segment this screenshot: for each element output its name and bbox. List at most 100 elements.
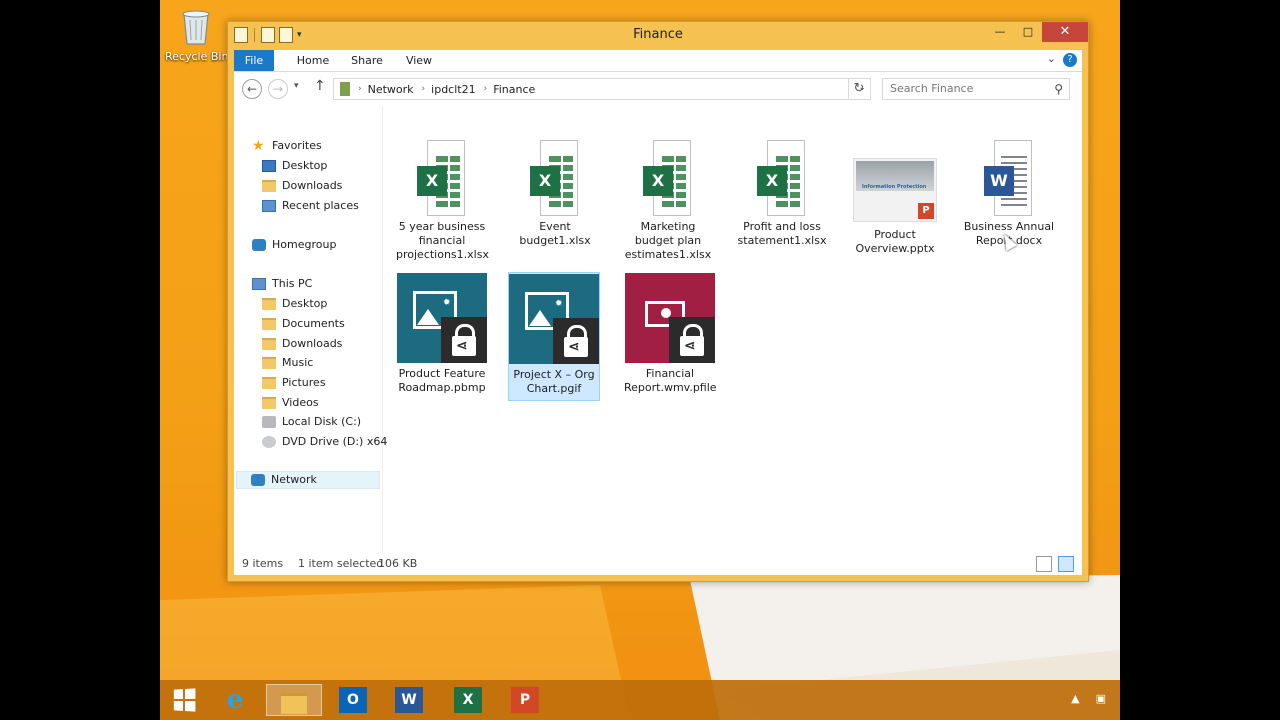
chevron-right-icon: ›	[483, 84, 488, 94]
nav-network[interactable]: Network	[236, 471, 380, 489]
nav-this-pc[interactable]: This PC	[252, 275, 312, 293]
taskbar-word[interactable]: W	[388, 684, 430, 716]
selection-count: 1 item selected	[298, 557, 384, 570]
recycle-bin-icon	[179, 6, 213, 46]
nav-favorites-label: Favorites	[272, 139, 322, 152]
file-item[interactable]: X Profit and loss statement1.xlsx	[736, 140, 828, 248]
close-button[interactable]: ✕	[1042, 22, 1088, 42]
large-icons-view-button[interactable]	[1058, 556, 1074, 572]
forward-button[interactable]: →	[268, 79, 288, 99]
system-tray: ▲ ▣	[1071, 692, 1106, 705]
lock-share-icon: ⋖	[441, 317, 487, 363]
explorer-body: ★ Favorites Desktop Downloads Recent pla…	[234, 106, 1082, 553]
file-item[interactable]: ⋖ Financial Report.wmv.pfile	[624, 273, 717, 395]
lock-share-icon: ⋖	[553, 318, 599, 364]
nav-item-label: Desktop	[282, 159, 328, 172]
up-button[interactable]: ↑	[314, 78, 326, 94]
taskbar-file-explorer[interactable]	[266, 684, 322, 716]
file-explorer-icon	[280, 687, 308, 714]
outlook-icon: O	[339, 687, 367, 713]
file-item[interactable]: X Event budget1.xlsx	[509, 140, 601, 248]
details-view-button[interactable]	[1036, 556, 1052, 572]
hard-drive-icon	[262, 416, 276, 428]
nav-item-label: Downloads	[282, 337, 343, 350]
nav-this-pc-videos[interactable]: Videos	[262, 394, 319, 412]
network-tray-icon[interactable]: ▣	[1096, 692, 1106, 705]
word-icon: W	[395, 687, 423, 713]
nav-item-label: Homegroup	[272, 238, 337, 251]
back-button[interactable]: ←	[242, 79, 262, 99]
protected-image-icon: ✹ ⋖	[509, 274, 599, 364]
tab-view[interactable]: View	[394, 50, 444, 71]
tab-home[interactable]: Home	[288, 50, 338, 71]
videos-folder-icon	[262, 397, 276, 409]
search-input[interactable]	[890, 82, 1040, 95]
file-item[interactable]: X 5 year business financial projections1…	[396, 140, 489, 262]
taskbar: e O W X P ▲ ▣	[160, 680, 1120, 720]
maximize-button[interactable]: □	[1014, 22, 1042, 42]
file-explorer-window: ▾ Finance — □ ✕ File Home Share View ⌄ ?…	[227, 21, 1089, 582]
taskbar-internet-explorer[interactable]: e	[214, 684, 256, 716]
folder-icon	[262, 298, 276, 310]
tab-share[interactable]: Share	[342, 50, 392, 71]
dvd-drive-icon	[262, 436, 276, 448]
windows-logo-icon	[173, 688, 196, 712]
excel-file-icon: X	[530, 140, 580, 216]
breadcrumb-network[interactable]: Network	[368, 83, 414, 96]
taskbar-outlook[interactable]: O	[332, 684, 374, 716]
nav-favorites[interactable]: ★ Favorites	[252, 137, 322, 155]
nav-favorites-downloads[interactable]: Downloads	[262, 177, 342, 195]
start-button[interactable]	[163, 684, 205, 716]
search-icon[interactable]: ⚲	[1054, 79, 1063, 99]
file-item[interactable]: ✹ ⋖ Product Feature Roadmap.pbmp	[396, 273, 488, 395]
word-file-icon: W	[984, 140, 1034, 216]
address-bar[interactable]: › Network › ipdclt21 › Finance ⌄	[333, 78, 871, 100]
nav-item-label: Downloads	[282, 179, 343, 192]
file-name: Project X – Org Chart.pgif	[513, 368, 595, 395]
nav-this-pc-dvd-drive[interactable]: DVD Drive (D:) x64	[262, 433, 387, 451]
nav-item-label: Documents	[282, 317, 345, 330]
file-item-selected[interactable]: ✹ ⋖ Project X – Org Chart.pgif	[508, 272, 600, 401]
nav-this-pc-documents[interactable]: Documents	[262, 315, 345, 333]
file-name: Marketing budget plan estimates1.xlsx	[624, 220, 712, 261]
window-title: Finance	[633, 27, 683, 42]
refresh-button[interactable]: ↻	[848, 78, 869, 100]
excel-badge: X	[417, 166, 447, 196]
nav-item-label: Local Disk (C:)	[282, 415, 362, 428]
tab-file[interactable]: File	[234, 50, 274, 71]
file-item[interactable]: X Marketing budget plan estimates1.xlsx	[622, 140, 714, 262]
taskbar-excel[interactable]: X	[447, 684, 489, 716]
nav-this-pc-desktop[interactable]: Desktop	[262, 295, 327, 313]
excel-badge: X	[757, 166, 787, 196]
excel-file-icon: X	[757, 140, 807, 216]
help-icon[interactable]: ?	[1063, 53, 1077, 67]
nav-this-pc-music[interactable]: Music	[262, 354, 313, 372]
show-hidden-icons-chevron-icon[interactable]: ▲	[1071, 692, 1079, 705]
title-bar[interactable]: ▾ Finance — □ ✕	[228, 22, 1088, 48]
lock-share-icon: ⋖	[669, 317, 715, 363]
nav-favorites-desktop[interactable]: Desktop	[262, 157, 327, 175]
file-name: Product Feature Roadmap.pbmp	[398, 367, 486, 394]
nav-favorites-recent-places[interactable]: Recent places	[262, 197, 359, 215]
recycle-bin[interactable]: Recycle Bin	[165, 6, 228, 63]
nav-item-label: Pictures	[282, 376, 326, 389]
nav-this-pc-pictures[interactable]: Pictures	[262, 374, 326, 392]
file-item[interactable]: Information Protection P Product Overview…	[849, 152, 941, 256]
desktop: Recycle Bin ▾ Finance — □ ✕ File Home Sh…	[160, 0, 1120, 720]
nav-this-pc-downloads[interactable]: Downloads	[262, 335, 342, 353]
recent-locations-chevron-icon[interactable]: ▾	[294, 81, 299, 91]
excel-badge: X	[643, 166, 673, 196]
breadcrumb-finance[interactable]: Finance	[493, 83, 535, 96]
search-box[interactable]: ⚲	[882, 78, 1070, 100]
nav-homegroup[interactable]: Homegroup	[252, 236, 336, 254]
taskbar-powerpoint[interactable]: P	[504, 684, 546, 716]
chevron-right-icon: ›	[358, 84, 362, 94]
nav-this-pc-local-disk[interactable]: Local Disk (C:)	[262, 413, 361, 431]
breadcrumb-ipdclt21[interactable]: ipdclt21	[431, 83, 475, 96]
excel-file-icon: X	[643, 140, 693, 216]
expand-ribbon-chevron-icon[interactable]: ⌄	[1047, 52, 1056, 65]
minimize-button[interactable]: —	[986, 22, 1014, 42]
nav-item-label: DVD Drive (D:) x64	[282, 435, 388, 448]
downloads-folder-icon	[262, 180, 276, 192]
powerpoint-badge: P	[918, 203, 934, 219]
